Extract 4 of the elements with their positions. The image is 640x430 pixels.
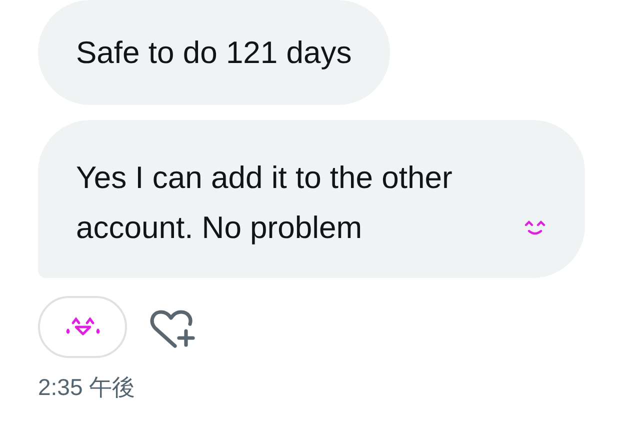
message-text: Safe to do 121 days xyxy=(76,35,352,70)
add-reaction-icon[interactable] xyxy=(149,310,197,350)
message-text: Yes I can add it to the other account. No problem xyxy=(76,159,454,247)
timestamp: 2:35 午後 xyxy=(38,373,136,402)
